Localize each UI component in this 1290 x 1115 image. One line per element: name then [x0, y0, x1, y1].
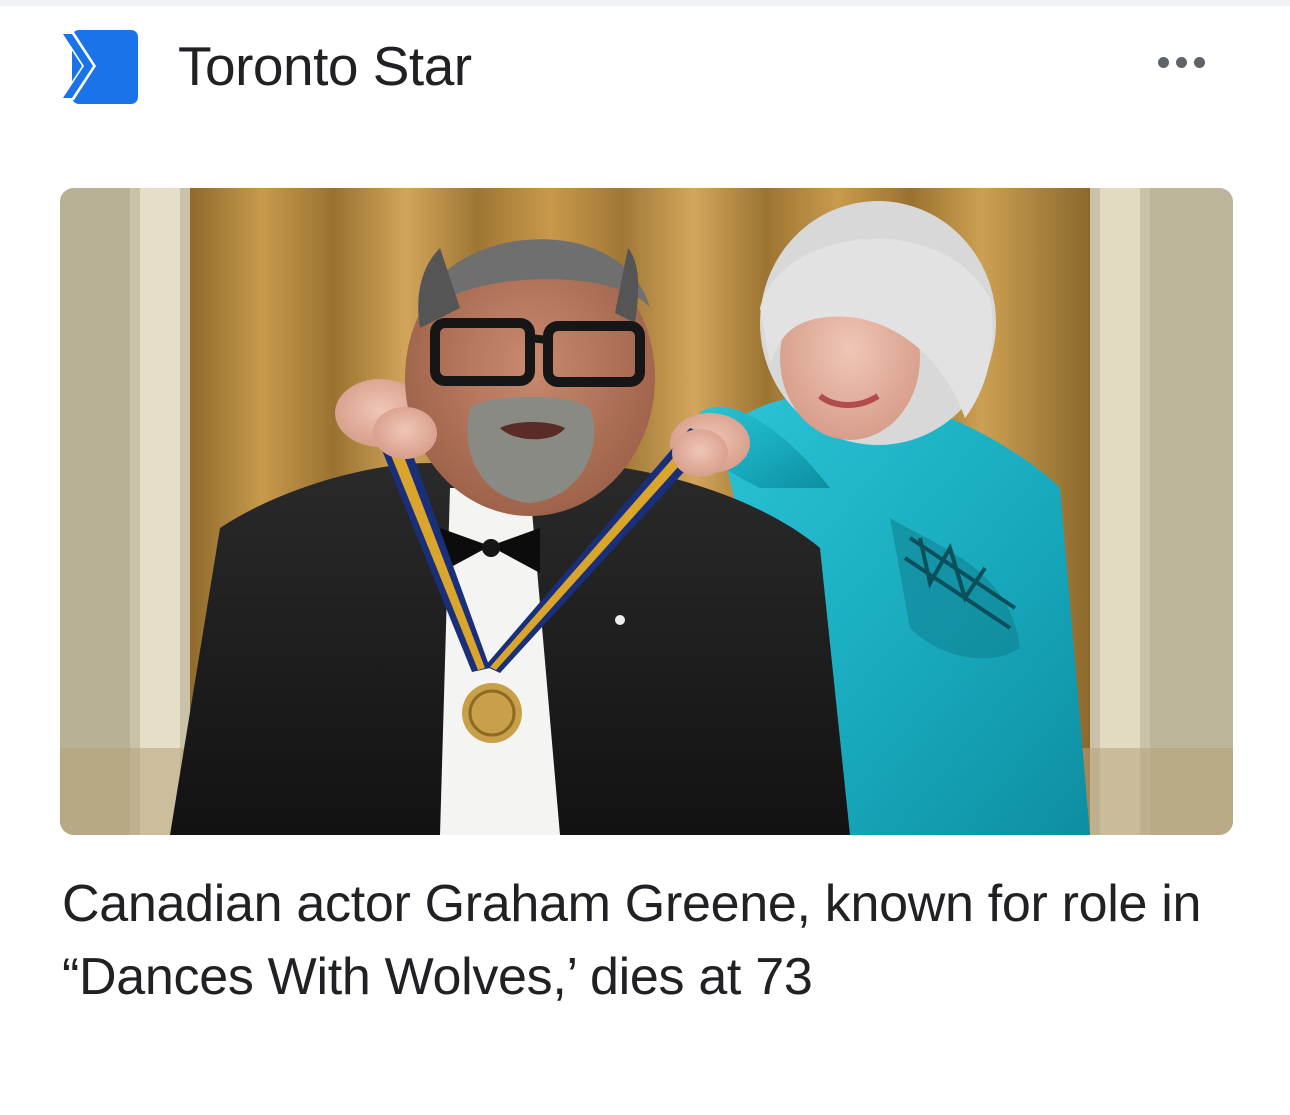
article-headline[interactable]: Canadian actor Graham Greene, known for …: [62, 868, 1202, 1014]
news-card[interactable]: Toronto Star Canadian actor Graham Green…: [0, 6, 1290, 1115]
more-dot: [1193, 56, 1205, 68]
article-photo[interactable]: [60, 188, 1233, 835]
more-horizontal-icon: [1157, 56, 1169, 68]
more-options-button[interactable]: [1146, 42, 1216, 82]
more-dot: [1175, 56, 1187, 68]
card-header: Toronto Star: [60, 24, 1230, 106]
source-name[interactable]: Toronto Star: [178, 28, 472, 104]
toronto-star-logo-icon[interactable]: [60, 26, 140, 106]
